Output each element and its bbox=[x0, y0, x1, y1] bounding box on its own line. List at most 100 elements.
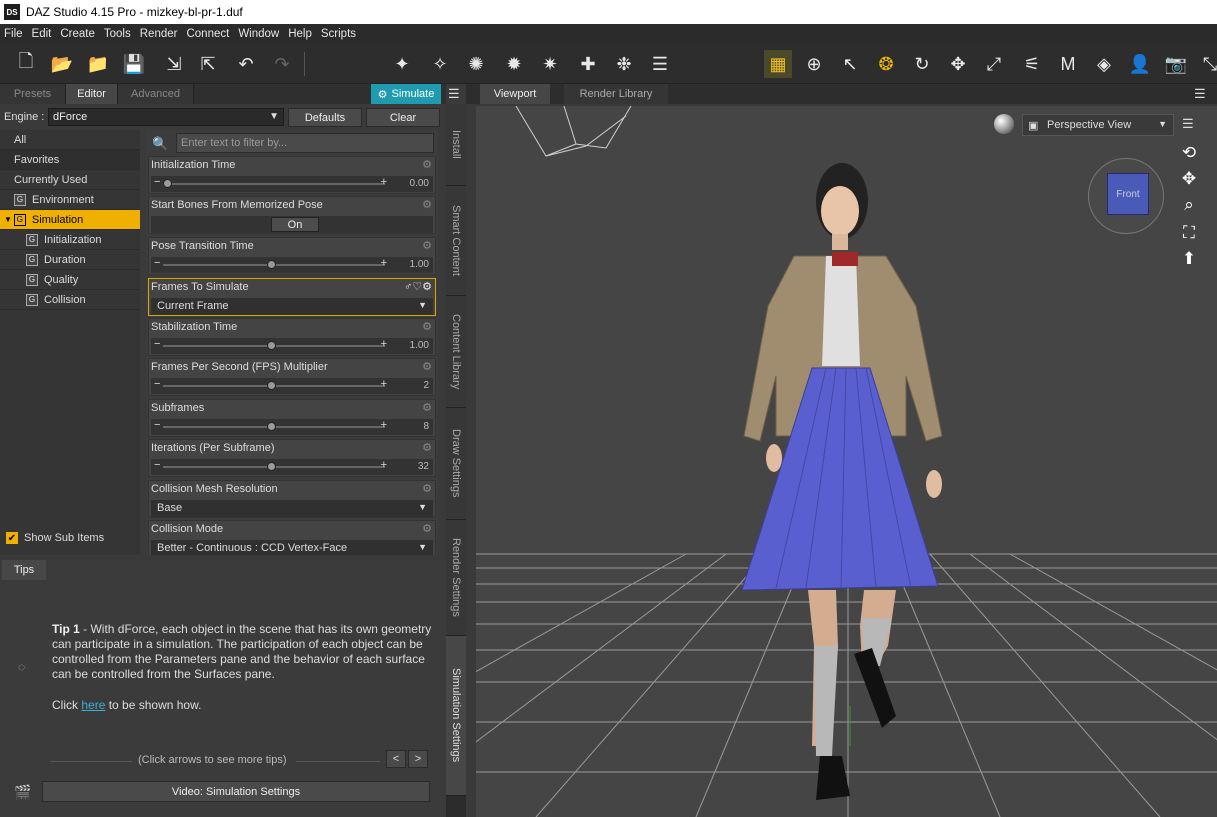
pane-options-icon[interactable]: ☰ bbox=[448, 86, 460, 102]
camera-create-icon[interactable]: ✚ bbox=[574, 50, 602, 78]
view-select[interactable]: ▣ Perspective View ▼ bbox=[1022, 114, 1174, 136]
video-button[interactable]: Video: Simulation Settings bbox=[42, 781, 430, 802]
menu-scripts[interactable]: Scripts bbox=[321, 28, 356, 40]
slider[interactable]: − +8 bbox=[151, 419, 433, 435]
scale-icon[interactable]: ⤢ bbox=[980, 50, 1008, 78]
joint-editor-icon[interactable]: ⚟ bbox=[1018, 50, 1046, 78]
slider[interactable]: − +1.00 bbox=[151, 257, 433, 273]
menu-tools[interactable]: Tools bbox=[104, 28, 131, 40]
collision-mesh-dropdown[interactable]: Base ▼ bbox=[151, 500, 433, 517]
universal-tool-icon[interactable]: ⊕ bbox=[800, 50, 828, 78]
pan-icon[interactable]: ✥ bbox=[1176, 168, 1202, 190]
gear-icon[interactable]: ⚙ bbox=[422, 482, 432, 495]
tab-smart-content[interactable]: Smart Content bbox=[446, 186, 466, 296]
tab-viewport[interactable]: Viewport bbox=[480, 84, 550, 104]
tab-draw-settings[interactable]: Draw Settings bbox=[446, 408, 466, 520]
menu-file[interactable]: File bbox=[4, 28, 23, 40]
param-options-icon[interactable]: ♂♡⚙ bbox=[404, 280, 432, 293]
tree-item-initialization[interactable]: G Initialization bbox=[0, 230, 140, 250]
tab-simulation-settings[interactable]: Simulation Settings bbox=[446, 636, 466, 796]
menu-help[interactable]: Help bbox=[288, 28, 312, 40]
merge-icon[interactable]: 📁 bbox=[84, 50, 112, 78]
gear-icon[interactable]: ⚙ bbox=[422, 198, 432, 211]
gear-icon[interactable]: ⚙ bbox=[422, 158, 432, 171]
orbit-icon[interactable]: ⟲ bbox=[1176, 142, 1202, 164]
redo-icon[interactable]: ↷ bbox=[268, 50, 296, 78]
defaults-button[interactable]: Defaults bbox=[288, 108, 362, 127]
import-icon[interactable]: ⇲ bbox=[160, 50, 188, 78]
engine-select[interactable]: dForce ▼ bbox=[48, 108, 284, 126]
viewport-pane-options-icon[interactable]: ☰ bbox=[1194, 86, 1206, 102]
tree-item-collision[interactable]: G Collision bbox=[0, 290, 140, 310]
collision-mode-dropdown[interactable]: Better - Continuous : CCD Vertex-Face ▼ bbox=[151, 540, 433, 555]
viewport-options-icon[interactable]: ☰ bbox=[1182, 116, 1194, 132]
slider[interactable]: − +1.00 bbox=[151, 338, 433, 354]
reset-view-icon[interactable]: ⬆ bbox=[1176, 248, 1202, 270]
export-icon[interactable]: ⇱ bbox=[194, 50, 222, 78]
next-tip-button[interactable]: > bbox=[408, 750, 428, 768]
open-icon[interactable]: 📂 bbox=[48, 50, 76, 78]
tab-render-library[interactable]: Render Library bbox=[564, 84, 668, 104]
show-sub-items-checkbox[interactable]: ✔ Show Sub Items bbox=[6, 532, 104, 544]
geometry-editor-icon[interactable]: M bbox=[1054, 50, 1082, 78]
gear-icon[interactable]: ⚙ bbox=[422, 522, 432, 535]
tab-install[interactable]: Install bbox=[446, 104, 466, 186]
figure-icon[interactable]: 👤 bbox=[1126, 50, 1154, 78]
active-pose-icon[interactable]: ❂ bbox=[872, 50, 900, 78]
slider-knob[interactable] bbox=[267, 381, 276, 390]
here-link[interactable]: here bbox=[81, 698, 105, 712]
menu-connect[interactable]: Connect bbox=[186, 28, 229, 40]
zoom-icon[interactable]: ⌕ bbox=[1176, 194, 1202, 216]
frame-icon[interactable]: ⛶ bbox=[1176, 222, 1202, 244]
slider-knob[interactable] bbox=[163, 179, 172, 188]
node-selection-icon[interactable]: ▦ bbox=[764, 50, 792, 78]
gear-icon[interactable]: ⚙ bbox=[422, 441, 432, 454]
tree-item-all[interactable]: All bbox=[0, 130, 140, 150]
tab-content-library[interactable]: Content Library bbox=[446, 296, 466, 408]
save-icon[interactable]: 💾 bbox=[120, 50, 148, 78]
prev-tip-button[interactable]: < bbox=[386, 750, 406, 768]
point-light-icon[interactable]: ✹ bbox=[500, 50, 528, 78]
slider-knob[interactable] bbox=[267, 462, 276, 471]
menu-window[interactable]: Window bbox=[238, 28, 279, 40]
tab-tips[interactable]: Tips bbox=[2, 560, 46, 580]
tab-render-settings[interactable]: Render Settings bbox=[446, 520, 466, 636]
tab-editor[interactable]: Editor bbox=[66, 84, 118, 104]
tree-item-currently-used[interactable]: Currently Used bbox=[0, 170, 140, 190]
toggle-on-button[interactable]: On bbox=[271, 217, 319, 232]
slider[interactable]: − +32 bbox=[151, 459, 433, 475]
create-light-icon[interactable]: ✧ bbox=[426, 50, 454, 78]
view-cube[interactable]: Front bbox=[1088, 158, 1164, 234]
slider[interactable]: − +0.00 bbox=[151, 176, 433, 192]
viewport-3d[interactable]: ▣ Perspective View ▼ Front ☰ ⟲ ✥ ⌕ ⛶ ⬆ bbox=[476, 106, 1217, 817]
slider-knob[interactable] bbox=[267, 341, 276, 350]
create-figure-icon[interactable]: ✦ bbox=[388, 50, 416, 78]
frames-dropdown[interactable]: Current Frame ▼ bbox=[151, 298, 433, 315]
tab-presets[interactable]: Presets bbox=[0, 84, 66, 104]
tree-item-duration[interactable]: G Duration bbox=[0, 250, 140, 270]
gear-icon[interactable]: ⚙ bbox=[422, 320, 432, 333]
tree-item-simulation[interactable]: ▼ G Simulation bbox=[0, 210, 140, 230]
distant-light-icon[interactable]: ✷ bbox=[536, 50, 564, 78]
tree-item-quality[interactable]: G Quality bbox=[0, 270, 140, 290]
slider[interactable]: − +2 bbox=[151, 378, 433, 394]
clear-button[interactable]: Clear bbox=[366, 108, 440, 127]
gear-icon[interactable]: ⚙ bbox=[422, 401, 432, 414]
null-create-icon[interactable]: ❉ bbox=[610, 50, 638, 78]
translate-icon[interactable]: ✥ bbox=[944, 50, 972, 78]
slider-knob[interactable] bbox=[267, 422, 276, 431]
gear-icon[interactable]: ⚙ bbox=[422, 360, 432, 373]
tree-item-environment[interactable]: G Environment bbox=[0, 190, 140, 210]
menu-render[interactable]: Render bbox=[140, 28, 178, 40]
spot-light-icon[interactable]: ✺ bbox=[462, 50, 490, 78]
new-scene-icon[interactable]: 🗋 bbox=[12, 50, 40, 78]
menu-create[interactable]: Create bbox=[60, 28, 95, 40]
simulate-button[interactable]: ⚙ Simulate bbox=[371, 84, 441, 104]
tree-item-favorites[interactable]: Favorites bbox=[0, 150, 140, 170]
more-tools-icon[interactable]: ⤡ bbox=[1196, 50, 1217, 78]
filter-input[interactable]: Enter text to filter by... bbox=[176, 133, 434, 153]
menu-edit[interactable]: Edit bbox=[32, 28, 52, 40]
gear-icon[interactable]: ⚙ bbox=[422, 239, 432, 252]
render-icon[interactable]: 📷 bbox=[1162, 50, 1190, 78]
surface-selection-icon[interactable]: ◈ bbox=[1090, 50, 1118, 78]
